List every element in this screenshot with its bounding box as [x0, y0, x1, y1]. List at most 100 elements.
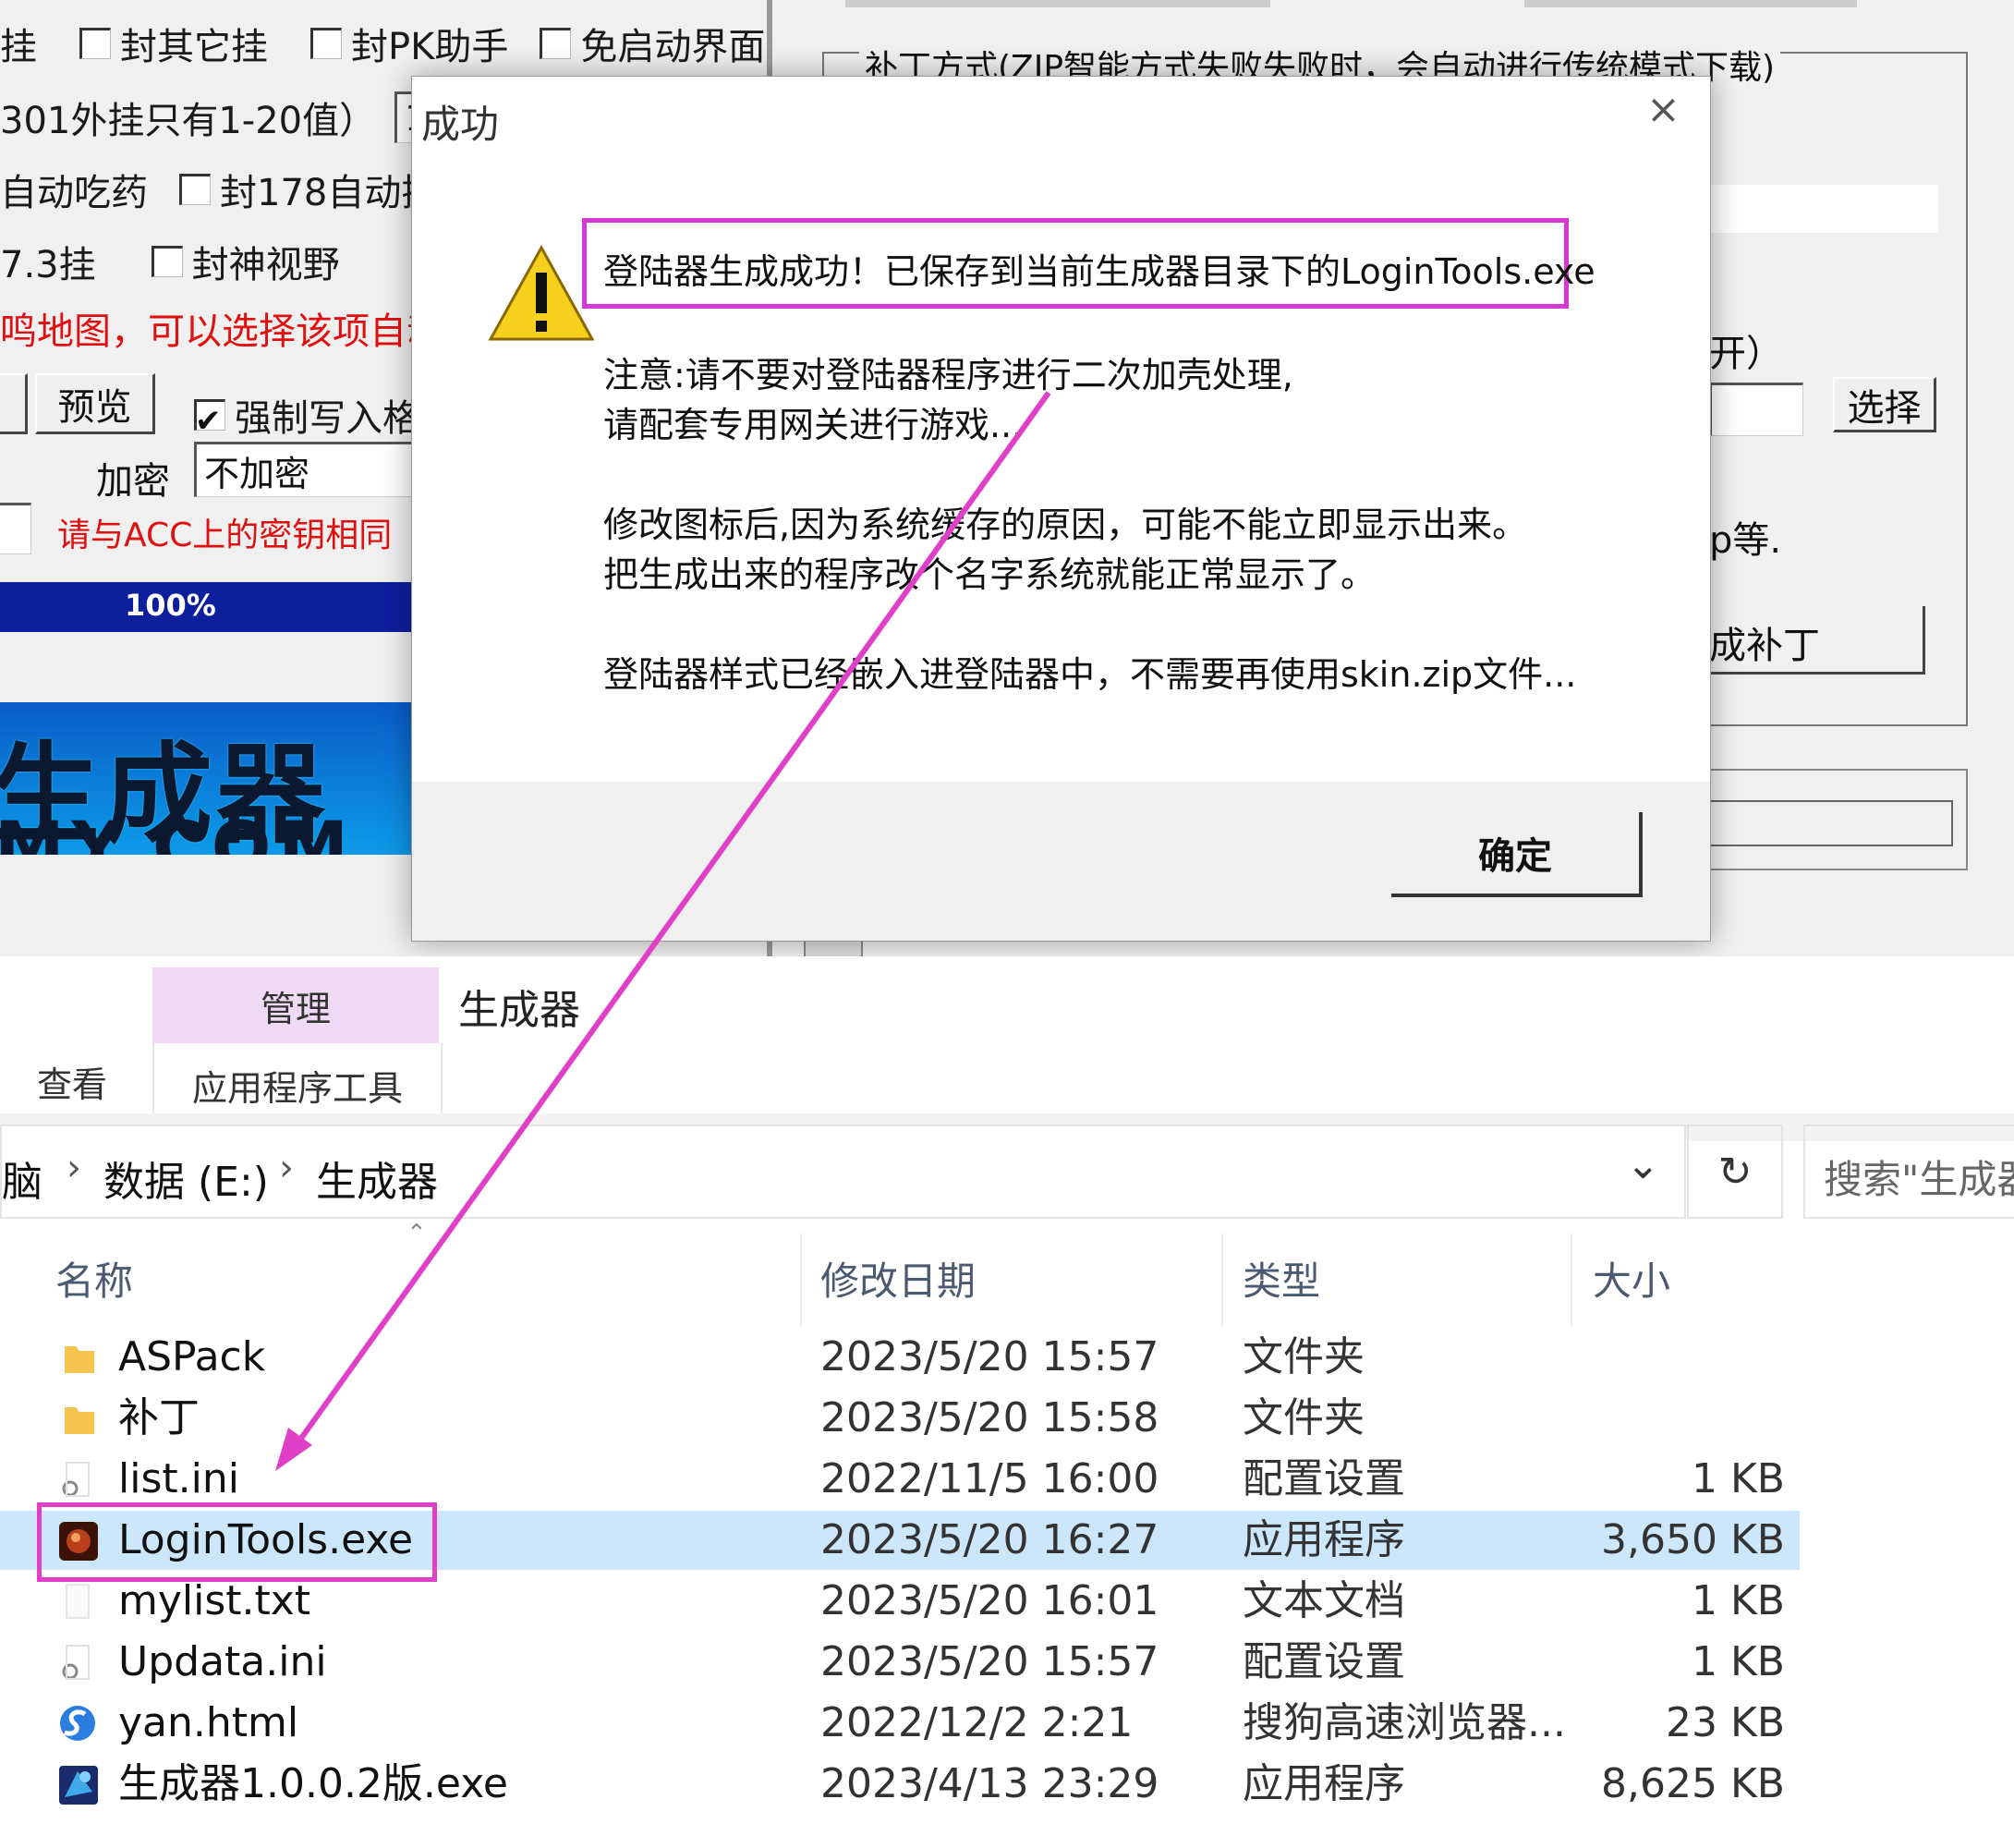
- file-size: 23 KB: [1665, 1699, 1785, 1746]
- file-size: [1478, 1328, 1785, 1387]
- column-header-type[interactable]: 类型: [1243, 1250, 1320, 1307]
- message-line: 修改图标后,因为系统缓存的原因，可能不能立即显示出来。: [603, 505, 1528, 545]
- option-label: 自动吃药: [0, 172, 148, 214]
- file-type: 应用程序: [1243, 1516, 1405, 1563]
- right-path-input[interactable]: [1709, 383, 1803, 436]
- address-bar[interactable]: 脑 › 数据 (E:) › 生成器 ⌄: [0, 1125, 1686, 1219]
- file-row[interactable]: ASPack 2023/5/20 15:57 文件夹: [0, 1328, 2014, 1387]
- tab-app-tools-label: 应用程序工具: [191, 1067, 403, 1109]
- file-row[interactable]: Updata.ini 2023/5/20 15:57 配置设置 1 KB: [0, 1633, 2014, 1692]
- file-size: 1 KB: [1691, 1577, 1785, 1624]
- checkbox-god-view[interactable]: [151, 246, 183, 277]
- file-row[interactable]: 生成器1.0.0.2版.exe 2023/4/13 23:29 应用程序 8,6…: [0, 1755, 2014, 1814]
- dialog-title: 成功: [421, 102, 500, 147]
- column-header-name[interactable]: 名称: [55, 1250, 133, 1307]
- generator-app-icon: [59, 1766, 98, 1805]
- file-size: 1 KB: [1691, 1638, 1785, 1685]
- breadcrumb-separator-icon: ›: [279, 1147, 294, 1189]
- ok-button[interactable]: 确定: [1391, 812, 1643, 897]
- chevron-down-icon[interactable]: ⌄: [1626, 1141, 1660, 1188]
- file-date: 2023/5/20 16:01: [820, 1577, 1159, 1624]
- checkbox-partial[interactable]: [0, 373, 28, 434]
- file-type: 配置设置: [1243, 1638, 1405, 1685]
- sort-up-icon: ⌃: [406, 1220, 427, 1247]
- dialog-headline: 登陆器生成成功！已保存到当前生成器目录下的LoginTools.exe: [603, 251, 1595, 292]
- message-line: 请配套专用网关进行游戏...: [603, 405, 1024, 445]
- right-open-label: 开）: [1709, 333, 1783, 375]
- make-patch-button[interactable]: 成补丁: [1709, 606, 1925, 675]
- checkbox-auto-swap[interactable]: [179, 174, 211, 205]
- progress-label: 100%: [125, 588, 216, 623]
- checkbox-other-cheats[interactable]: [79, 28, 111, 59]
- warning-icon: [488, 244, 595, 341]
- right-bottom-field[interactable]: [1709, 800, 1953, 846]
- option-label: 挂: [0, 26, 37, 68]
- tab-view[interactable]: 查看: [37, 1056, 107, 1107]
- column-divider[interactable]: [1571, 1234, 1572, 1326]
- file-date: 2023/5/20 16:27: [820, 1516, 1159, 1563]
- encrypt-select[interactable]: 不加密: [194, 442, 416, 497]
- tab-manage[interactable]: 管理: [152, 967, 439, 1043]
- file-type: 文本文档: [1243, 1577, 1405, 1624]
- file-name: 补丁: [118, 1394, 200, 1441]
- search-input[interactable]: 搜索"生成器": [1803, 1125, 2014, 1219]
- file-name: Updata.ini: [118, 1638, 327, 1685]
- file-date: 2023/5/20 15:57: [820, 1333, 1159, 1380]
- column-divider[interactable]: [800, 1234, 802, 1326]
- folder-icon: [65, 1346, 94, 1373]
- settings-file-icon: [62, 1645, 90, 1680]
- file-row[interactable]: yan.html 2022/12/2 2:21 搜狗高速浏览器... 23 KB: [0, 1694, 2014, 1753]
- file-name: ASPack: [118, 1333, 266, 1380]
- file-date: 2022/12/2 2:21: [820, 1699, 1134, 1746]
- close-icon[interactable]: ×: [1646, 86, 1680, 133]
- preview-button[interactable]: 预览: [35, 373, 155, 434]
- file-size: [1478, 1389, 1785, 1448]
- breadcrumb-pc[interactable]: 脑: [2, 1149, 42, 1208]
- sogou-browser-icon: [60, 1706, 95, 1741]
- option-row-3: 自动吃药 封178自动换宝: [0, 163, 475, 216]
- option-label: 免启动界面: [580, 26, 766, 68]
- file-highlight-box: [37, 1502, 437, 1582]
- force-write-row: 强制写入格: [194, 388, 419, 442]
- key-input[interactable]: [0, 503, 31, 554]
- select-button[interactable]: 选择: [1833, 377, 1936, 432]
- option-row-1: 挂 封其它挂 封PK助手 免启动界面: [0, 17, 765, 70]
- file-date: 2023/4/13 23:29: [820, 1760, 1159, 1807]
- force-write-label: 强制写入格: [235, 397, 419, 440]
- option-label: 封其它挂: [120, 26, 268, 68]
- refresh-icon[interactable]: ↻: [1687, 1125, 1783, 1219]
- file-name: 生成器1.0.0.2版.exe: [118, 1760, 508, 1807]
- folder-icon: [65, 1407, 94, 1434]
- file-date: 2023/5/20 15:57: [820, 1638, 1159, 1685]
- column-divider[interactable]: [1221, 1234, 1223, 1326]
- file-row[interactable]: list.ini 2022/11/5 16:00 配置设置 1 KB: [0, 1450, 2014, 1509]
- column-header-size[interactable]: 大小: [1593, 1250, 1670, 1307]
- right-input-1[interactable]: [1711, 185, 1938, 233]
- file-row[interactable]: 补丁 2023/5/20 15:58 文件夹: [0, 1389, 2014, 1448]
- right-p-label: p等.: [1709, 519, 1782, 562]
- message-line: 登陆器样式已经嵌入进登陆器中，不需要再使用skin.zip文件...: [603, 654, 1577, 695]
- file-date: 2023/5/20 15:58: [820, 1394, 1159, 1441]
- breadcrumb-drive[interactable]: 数据 (E:): [103, 1149, 269, 1208]
- file-name: list.ini: [118, 1455, 239, 1502]
- red-note: 鸣地图，可以选择该项自动: [0, 310, 443, 353]
- file-size: 8,625 KB: [1601, 1760, 1785, 1807]
- file-size: 1 KB: [1691, 1455, 1785, 1502]
- checkbox-force-write[interactable]: [194, 399, 225, 431]
- option-label: 封PK助手: [351, 26, 509, 68]
- breadcrumb-folder[interactable]: 生成器: [316, 1149, 438, 1208]
- encrypt-label: 加密: [96, 460, 170, 503]
- column-header-date[interactable]: 修改日期: [820, 1250, 976, 1307]
- file-type: 应用程序: [1243, 1760, 1405, 1807]
- search-placeholder: 搜索"生成器": [1824, 1157, 2014, 1202]
- checkbox-no-launch-ui[interactable]: [540, 28, 572, 59]
- option-label: 7.3挂: [0, 244, 96, 286]
- banner-image: 生成器 MY.COM: [0, 702, 411, 855]
- file-size: 3,650 KB: [1601, 1516, 1785, 1563]
- option-label: 封神视野: [191, 244, 340, 286]
- tab-manage-label: 管理: [260, 988, 331, 1029]
- file-type: 文件夹: [1243, 1333, 1365, 1380]
- message-line: 把生成出来的程序改个名字系统就能正常显示了。: [603, 554, 1377, 595]
- checkbox-pk-helper[interactable]: [310, 28, 342, 59]
- top-bar-left: [845, 0, 1270, 7]
